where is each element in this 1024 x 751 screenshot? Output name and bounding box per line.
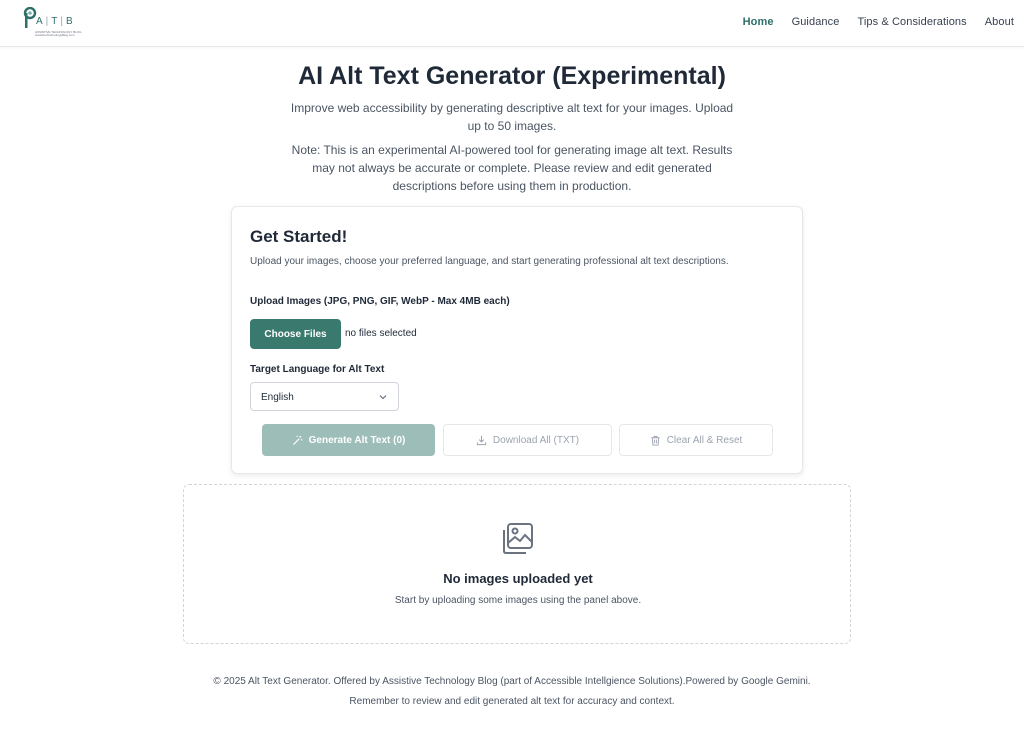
logo-letters: A | T | B	[36, 16, 74, 27]
footer-reminder: Remember to review and edit generated al…	[349, 696, 675, 707]
target-language-select[interactable]: English	[250, 382, 399, 411]
generate-button-label: Generate Alt Text (0)	[308, 434, 406, 446]
experimental-note: Note: This is an experimental AI-powered…	[291, 143, 733, 193]
card-description: Upload your images, choose your preferre…	[250, 256, 729, 267]
nav-guidance-link[interactable]: Guidance	[792, 16, 840, 28]
target-language-label: Target Language for Alt Text	[250, 364, 385, 375]
nav-about-link[interactable]: About	[985, 16, 1014, 28]
download-button-label: Download All (TXT)	[492, 434, 580, 446]
empty-state-panel: No images uploaded yet Start by uploadin…	[183, 484, 851, 644]
page-subtitle: Improve web accessibility by generating …	[290, 101, 734, 133]
main-nav: Home Guidance Tips & Considerations Abou…	[725, 16, 1014, 28]
nav-tips-link[interactable]: Tips & Considerations	[857, 16, 966, 28]
site-header: A | T | B ASSISTIVE TECHNOLOGY BLOG Assistiv…	[0, 0, 1024, 47]
choose-files-button[interactable]: Choose Files	[250, 319, 341, 349]
atb-logo[interactable]: A | T | B ASSISTIVE TECHNOLOGY BLOG Assistiv…	[20, 7, 82, 39]
clear-button-label: Clear All & Reset	[666, 434, 743, 446]
clear-all-reset-button[interactable]: Clear All & Reset	[619, 424, 773, 456]
nav-home-link[interactable]: Home	[743, 16, 774, 28]
trash-icon	[651, 435, 660, 446]
images-icon	[503, 523, 533, 554]
footer-copyright: © 2025 Alt Text Generator. Offered by As…	[213, 676, 811, 687]
get-started-card: Get Started! Upload your images, choose …	[231, 206, 803, 474]
chevron-down-icon	[379, 395, 387, 400]
file-status-text: no files selected	[345, 328, 417, 339]
logo-tagline: ASSISTIVE TECHNOLOGY BLOG AssistiveTechn…	[35, 30, 82, 37]
site-footer: © 2025 Alt Text Generator. Offered by As…	[0, 674, 1024, 709]
download-all-button[interactable]: Download All (TXT)	[443, 424, 612, 456]
generate-alt-text-button[interactable]: Generate Alt Text (0)	[262, 424, 435, 456]
page-title: AI Alt Text Generator (Experimental)	[298, 62, 726, 90]
card-title: Get Started!	[250, 227, 348, 246]
download-icon	[476, 435, 487, 445]
language-selected-value: English	[261, 392, 294, 403]
empty-state-title: No images uploaded yet	[443, 571, 593, 586]
magic-wand-icon	[292, 435, 302, 445]
upload-images-label: Upload Images (JPG, PNG, GIF, WebP - Max…	[250, 296, 510, 307]
empty-state-description: Start by uploading some images using the…	[394, 595, 642, 606]
